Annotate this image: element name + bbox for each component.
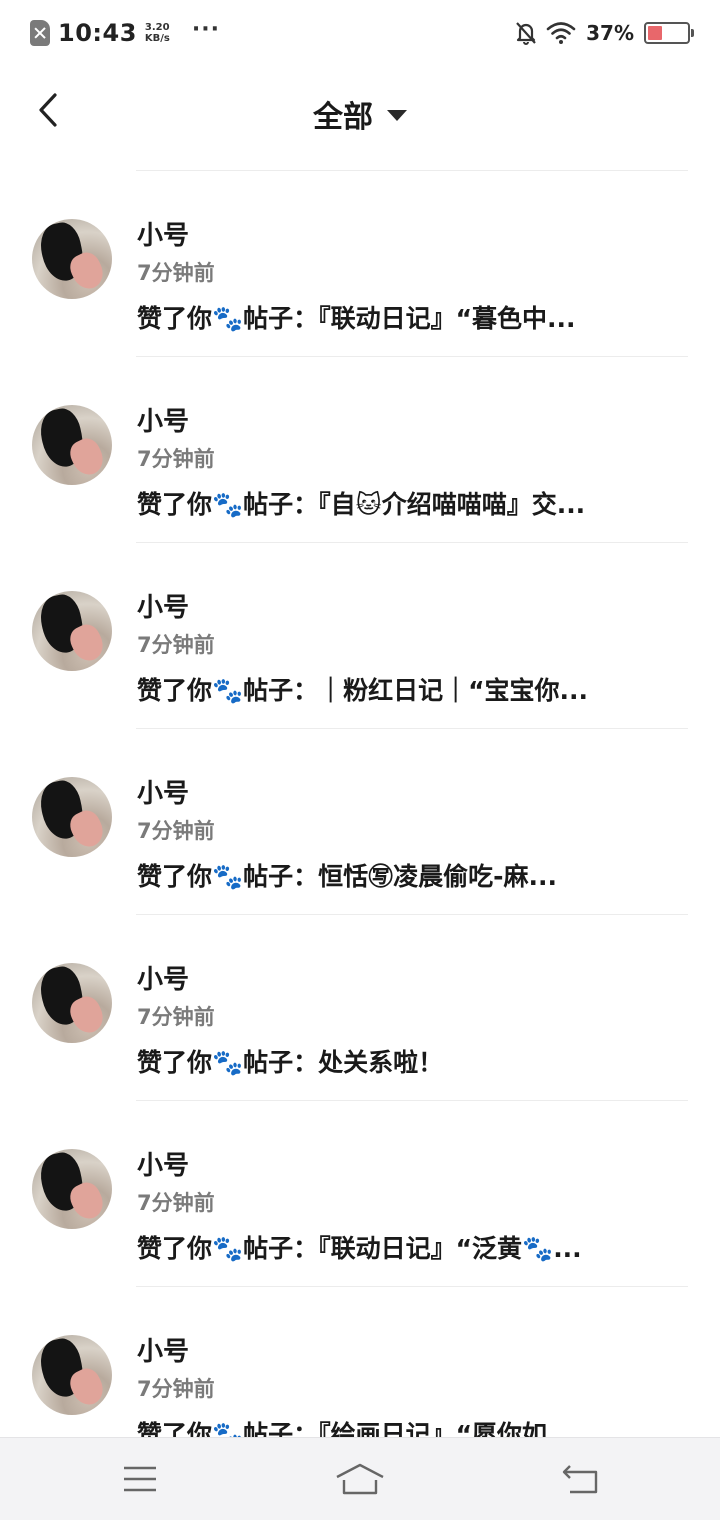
sim-off-icon: [30, 20, 50, 46]
battery-level: [648, 26, 663, 40]
avatar[interactable]: [32, 219, 112, 299]
notification-text: 赞了你🐾帖子：『联动日记』“泛黄🐾...: [137, 1234, 582, 1263]
bell-off-icon: [516, 22, 536, 45]
home-icon: [336, 1463, 384, 1495]
list-item[interactable]: 小号 7分钟前 赞了你🐾帖子：恒恬㊢凌晨偷吃-麻...: [0, 729, 720, 915]
avatar[interactable]: [32, 963, 112, 1043]
user-name[interactable]: 小号: [137, 1145, 189, 1182]
user-name[interactable]: 小号: [137, 401, 189, 438]
status-time: 10:43: [58, 19, 137, 47]
notification-text: 赞了你🐾帖子：『绘画日记』“愿你如...: [137, 1420, 576, 1437]
avatar[interactable]: [32, 1149, 112, 1229]
home-button[interactable]: [330, 1456, 390, 1502]
timestamp: 7分钟前: [137, 1005, 215, 1029]
more-notifications-icon: ···: [191, 16, 220, 42]
notification-text: 赞了你🐾帖子：『自🐱介绍喵喵喵』交...: [137, 490, 586, 519]
battery-percent: 37%: [586, 21, 634, 45]
battery-icon: [644, 22, 694, 44]
user-name[interactable]: 小号: [137, 1331, 189, 1368]
back-nav-button[interactable]: [550, 1456, 610, 1502]
list-item[interactable]: 小号 7分钟前 赞了你🐾帖子：『自🐱介绍喵喵喵』交...: [0, 357, 720, 543]
timestamp: 7分钟前: [137, 261, 215, 285]
notification-text: 赞了你🐾帖子：处关系啦！: [137, 1048, 444, 1077]
menu-icon: [124, 1466, 156, 1492]
system-nav-bar: [0, 1437, 720, 1520]
avatar[interactable]: [32, 1335, 112, 1415]
user-name[interactable]: 小号: [137, 215, 189, 252]
avatar[interactable]: [32, 591, 112, 671]
header: 全部: [0, 66, 720, 171]
list-item[interactable]: 小号 7分钟前 赞了你🐾帖子：『绘画日记』“愿你如...: [0, 1287, 720, 1437]
network-speed-unit: KB/s: [144, 33, 170, 44]
menu-button[interactable]: [110, 1456, 170, 1502]
list-item[interactable]: 小号 7分钟前 赞了你🐾帖子：｜粉红日记｜“宝宝你...: [0, 543, 720, 729]
status-bar: 10:43 3.20 KB/s ··· 37%: [0, 0, 720, 66]
network-speed-value: 3.20: [144, 22, 170, 33]
timestamp: 7分钟前: [137, 1191, 215, 1215]
back-icon: [562, 1465, 598, 1494]
user-name[interactable]: 小号: [137, 959, 189, 996]
notification-list[interactable]: 小号 7分钟前 赞了你🐾帖子：『联动日记』“暮色中... 小号 7分钟前 赞了你…: [0, 171, 720, 1437]
caret-down-icon: [387, 109, 407, 121]
list-item[interactable]: 小号 7分钟前 赞了你🐾帖子：处关系啦！: [0, 915, 720, 1101]
timestamp: 7分钟前: [137, 819, 215, 843]
avatar[interactable]: [32, 405, 112, 485]
notification-text: 赞了你🐾帖子：『联动日记』“暮色中...: [137, 304, 576, 333]
user-name[interactable]: 小号: [137, 587, 189, 624]
timestamp: 7分钟前: [137, 1377, 215, 1401]
list-item[interactable]: 小号 7分钟前 赞了你🐾帖子：『联动日记』“暮色中...: [0, 171, 720, 357]
list-item[interactable]: 小号 7分钟前 赞了你🐾帖子：『联动日记』“泛黄🐾...: [0, 1101, 720, 1287]
network-speed: 3.20 KB/s: [145, 22, 170, 44]
notification-text: 赞了你🐾帖子：｜粉红日记｜“宝宝你...: [137, 676, 589, 705]
wifi-icon: [546, 22, 576, 44]
notification-text: 赞了你🐾帖子：恒恬㊢凌晨偷吃-麻...: [137, 862, 557, 891]
avatar[interactable]: [32, 777, 112, 857]
page-title: 全部: [313, 100, 373, 135]
timestamp: 7分钟前: [137, 447, 215, 471]
user-name[interactable]: 小号: [137, 773, 189, 810]
filter-dropdown[interactable]: 全部: [0, 92, 720, 136]
timestamp: 7分钟前: [137, 633, 215, 657]
